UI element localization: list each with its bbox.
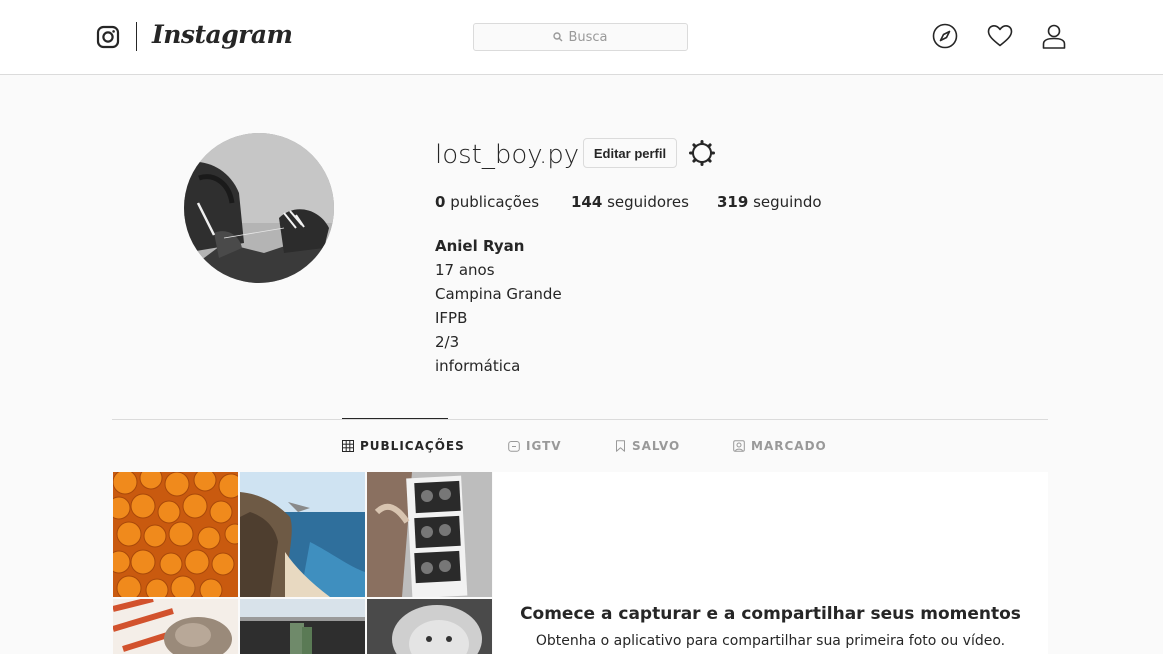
stat-following[interactable]: 319 seguindo bbox=[717, 193, 822, 211]
stat-following-count: 319 bbox=[717, 193, 749, 211]
tab-marcado[interactable]: MARCADO bbox=[733, 438, 827, 454]
instagram-logo-icon[interactable] bbox=[96, 25, 120, 49]
grid-photo-building[interactable] bbox=[240, 599, 365, 654]
profile-bio: Aniel Ryan 17 anos Campina Grande IFPB 2… bbox=[435, 234, 562, 378]
bio-line: Campina Grande bbox=[435, 285, 562, 303]
stat-followers-count: 144 bbox=[571, 193, 603, 211]
gear-icon[interactable] bbox=[689, 140, 715, 166]
grid-photo-dog[interactable] bbox=[113, 599, 238, 654]
tab-label: PUBLICAÇÕES bbox=[360, 439, 465, 453]
search-placeholder: Busca bbox=[568, 29, 608, 45]
get-app-promo: Comece a capturar e a compartilhar seus … bbox=[493, 472, 1048, 654]
tab-igtv[interactable]: IGTV bbox=[508, 438, 562, 454]
stat-followers-label: seguidores bbox=[607, 193, 689, 211]
compass-icon[interactable] bbox=[932, 23, 958, 49]
tag-icon bbox=[733, 440, 745, 452]
bio-line: informática bbox=[435, 357, 521, 375]
stat-posts-count: 0 bbox=[435, 193, 446, 211]
edit-profile-button[interactable]: Editar perfil bbox=[583, 138, 677, 168]
grid-photo-baby[interactable] bbox=[367, 599, 492, 654]
profile-avatar[interactable] bbox=[184, 133, 334, 283]
grid-icon bbox=[342, 440, 354, 452]
search-input[interactable]: Busca bbox=[473, 23, 688, 51]
stat-posts-label: publicações bbox=[450, 193, 540, 211]
tab-label: MARCADO bbox=[751, 439, 827, 453]
stat-posts: 0 publicações bbox=[435, 193, 539, 211]
active-tab-indicator bbox=[342, 418, 448, 419]
bio-full-name: Aniel Ryan bbox=[435, 237, 525, 255]
tab-salvo[interactable]: SALVO bbox=[615, 438, 680, 454]
grid-photo-photobooth[interactable] bbox=[367, 472, 492, 597]
tab-label: IGTV bbox=[526, 439, 562, 453]
user-icon[interactable] bbox=[1041, 23, 1067, 49]
heart-icon[interactable] bbox=[987, 23, 1013, 49]
search-icon bbox=[553, 32, 563, 42]
promo-subtitle: Obtenha o aplicativo para compartilhar s… bbox=[535, 633, 1006, 649]
grid-photo-coast[interactable] bbox=[240, 472, 365, 597]
bio-line: 2/3 bbox=[435, 333, 460, 351]
tab-publicacoes[interactable]: PUBLICAÇÕES bbox=[342, 438, 465, 454]
tabs-divider bbox=[112, 419, 1048, 420]
stat-followers[interactable]: 144 seguidores bbox=[571, 193, 689, 211]
tab-label: SALVO bbox=[632, 439, 681, 453]
tv-icon bbox=[508, 441, 520, 452]
logo-divider bbox=[136, 22, 137, 51]
top-navigation-bar: Instagram Busca bbox=[0, 0, 1163, 75]
stat-following-label: seguindo bbox=[753, 193, 822, 211]
promo-title: Comece a capturar e a compartilhar seus … bbox=[520, 604, 1021, 624]
bookmark-icon bbox=[616, 440, 625, 452]
grid-photo-oranges[interactable] bbox=[113, 472, 238, 597]
profile-username: lost_boy.py bbox=[435, 140, 580, 170]
instagram-wordmark[interactable]: Instagram bbox=[152, 20, 293, 49]
bio-line: 17 anos bbox=[435, 261, 495, 279]
bio-line: IFPB bbox=[435, 309, 468, 327]
